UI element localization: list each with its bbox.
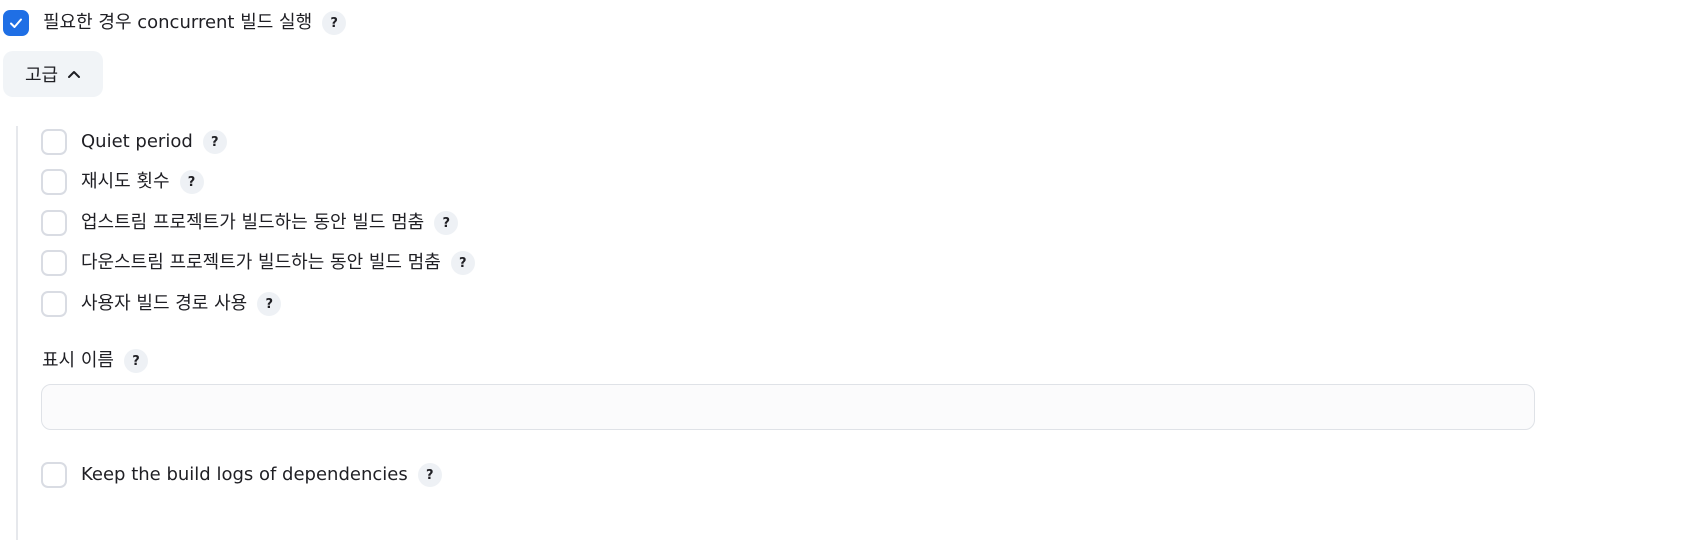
- quiet-period-label: Quiet period: [81, 131, 193, 152]
- advanced-section-divider: [16, 126, 18, 540]
- option-custom-workspace: 사용자 빌드 경로 사용 ?: [41, 289, 282, 319]
- custom-workspace-label: 사용자 빌드 경로 사용: [81, 293, 248, 314]
- display-name-input[interactable]: [41, 384, 1535, 430]
- help-icon[interactable]: ?: [417, 463, 442, 487]
- block-downstream-checkbox[interactable]: [41, 250, 67, 276]
- option-retry-count: 재시도 횟수 ?: [41, 167, 204, 197]
- help-icon[interactable]: ?: [123, 349, 148, 373]
- retry-count-checkbox[interactable]: [41, 169, 67, 195]
- keep-dependency-logs-checkbox[interactable]: [41, 462, 67, 488]
- block-upstream-label: 업스트림 프로젝트가 빌드하는 동안 빌드 멈춤: [81, 212, 425, 233]
- block-upstream-checkbox[interactable]: [41, 210, 67, 236]
- help-icon[interactable]: ?: [202, 130, 227, 154]
- concurrent-build-checkbox[interactable]: [3, 10, 29, 36]
- display-name-label: 표시 이름: [42, 350, 114, 371]
- keep-dependency-logs-label: Keep the build logs of dependencies: [81, 464, 408, 485]
- display-name-label-row: 표시 이름 ?: [42, 346, 148, 376]
- help-icon[interactable]: ?: [450, 251, 475, 275]
- help-icon[interactable]: ?: [322, 11, 347, 35]
- block-downstream-label: 다운스트림 프로젝트가 빌드하는 동안 빌드 멈춤: [81, 252, 441, 273]
- checkmark-icon: [10, 18, 22, 28]
- retry-count-label: 재시도 횟수: [81, 171, 170, 192]
- option-keep-dependency-logs: Keep the build logs of dependencies ?: [41, 460, 442, 490]
- help-icon[interactable]: ?: [179, 170, 204, 194]
- help-icon[interactable]: ?: [257, 292, 282, 316]
- option-quiet-period: Quiet period ?: [41, 127, 227, 157]
- help-icon[interactable]: ?: [434, 211, 459, 235]
- option-block-downstream: 다운스트림 프로젝트가 빌드하는 동안 빌드 멈춤 ?: [41, 248, 475, 278]
- custom-workspace-checkbox[interactable]: [41, 291, 67, 317]
- advanced-label: 고급: [24, 65, 59, 86]
- option-block-upstream: 업스트림 프로젝트가 빌드하는 동안 빌드 멈춤 ?: [41, 208, 459, 238]
- concurrent-build-label: 필요한 경우 concurrent 빌드 실행: [43, 12, 313, 33]
- concurrent-build-row: 필요한 경우 concurrent 빌드 실행 ?: [3, 8, 347, 38]
- advanced-toggle-button[interactable]: 고급: [3, 51, 103, 97]
- quiet-period-checkbox[interactable]: [41, 129, 67, 155]
- chevron-up-icon: [67, 69, 81, 79]
